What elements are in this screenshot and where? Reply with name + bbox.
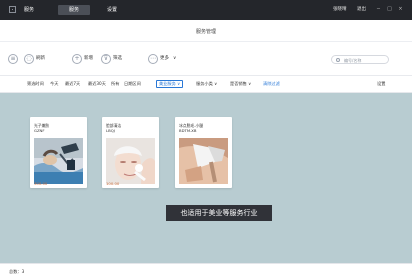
facial-treatment-photo <box>34 138 83 184</box>
nav-service-tab-active[interactable]: 服务 <box>58 5 90 15</box>
total-value: 3 <box>21 269 25 274</box>
refresh-icon[interactable]: ≡ <box>8 54 18 64</box>
service-price: 300.00 <box>34 181 48 186</box>
filter-7-days[interactable]: 最近7天 <box>65 81 80 87</box>
service-card-area: 光子嫩肤 GZNF 300.00 脸部清洁 LBQJ 100.00 冰点脱毛-小… <box>0 93 412 263</box>
service-code: LBQJ <box>106 128 115 133</box>
face-cleaning-image <box>106 138 155 184</box>
facial-treatment-image <box>34 138 83 184</box>
filter-date-range[interactable]: 日期区间 <box>124 81 141 87</box>
filter-button-label[interactable]: 筛选 <box>113 56 122 62</box>
filter-today[interactable]: 今天 <box>50 81 58 87</box>
nav-settings-tab[interactable]: 设置 <box>107 6 117 14</box>
service-price: 100.00 <box>106 181 120 186</box>
maximize-icon[interactable]: □ <box>386 6 393 13</box>
video-subtitle: 也适用于美业等服务行业 <box>166 205 272 221</box>
service-card[interactable]: 冰点脱毛-小腿 BDTM-XB <box>175 117 232 188</box>
more-button-label[interactable]: 更多 <box>160 56 169 62</box>
total-label: 总数： <box>9 269 22 274</box>
page-title: 服务管理 <box>195 29 216 35</box>
hair-removal-image <box>179 138 228 184</box>
service-code: BDTM-XB <box>179 128 197 133</box>
filter-time-label: 筛选时间 <box>27 81 44 86</box>
clear-filters-link[interactable]: 清除过滤 <box>263 81 280 87</box>
top-navigation-bar: 服务 服务 设置 张晓晴 退出 − □ × <box>0 0 412 20</box>
add-button-label[interactable]: 新增 <box>84 56 93 62</box>
search-icon[interactable] <box>336 58 340 62</box>
app-logo-icon[interactable] <box>9 6 16 13</box>
filter-all[interactable]: 所有 <box>111 81 119 87</box>
minimize-icon[interactable]: − <box>375 6 382 13</box>
settings-link[interactable]: 设置 <box>377 81 385 87</box>
filter-sale-status[interactable]: 是否销售 ∨ <box>230 81 251 87</box>
more-icon[interactable]: ⋯ <box>148 54 158 64</box>
refresh-button-label[interactable]: 刷新 <box>36 56 45 62</box>
plus-icon[interactable]: + <box>72 54 82 64</box>
filter-bar: 筛选时间 今天 最近7天 最近30天 所有 日期区间 美业服务 ∨ 服务小类 ∨… <box>0 76 412 93</box>
nav-service-menu[interactable]: 服务 <box>24 6 34 14</box>
status-footer: 总数：3 <box>0 263 412 280</box>
logout-link[interactable]: 退出 <box>357 6 366 14</box>
service-card[interactable]: 光子嫩肤 GZNF 300.00 <box>30 117 87 188</box>
face-cleaning-photo <box>106 138 155 184</box>
toolbar: ≡ ◌ 刷新 + 新增 ⊽ 筛选 ⋯ 更多 ∨ <box>0 42 412 76</box>
hair-removal-photo <box>179 138 228 184</box>
current-user[interactable]: 张晓晴 <box>333 6 347 14</box>
close-icon[interactable]: × <box>397 6 404 13</box>
chevron-down-icon[interactable]: ∨ <box>173 56 176 62</box>
page-title-bar: 服务管理 <box>0 20 412 42</box>
filter-30-days[interactable]: 最近30天 <box>88 81 106 87</box>
filter-icon[interactable]: ⊽ <box>101 54 111 64</box>
total-count: 总数：3 <box>9 269 24 275</box>
service-card[interactable]: 脸部清洁 LBQJ 100.00 <box>102 117 159 188</box>
search-input[interactable] <box>344 57 386 63</box>
search-box[interactable] <box>331 55 389 64</box>
filter-service-category[interactable]: 服务小类 ∨ <box>196 81 217 87</box>
service-code: GZNF <box>34 128 45 133</box>
filter-beauty-service[interactable]: 美业服务 ∨ <box>156 80 184 88</box>
refresh-circle-icon[interactable]: ◌ <box>24 54 34 64</box>
